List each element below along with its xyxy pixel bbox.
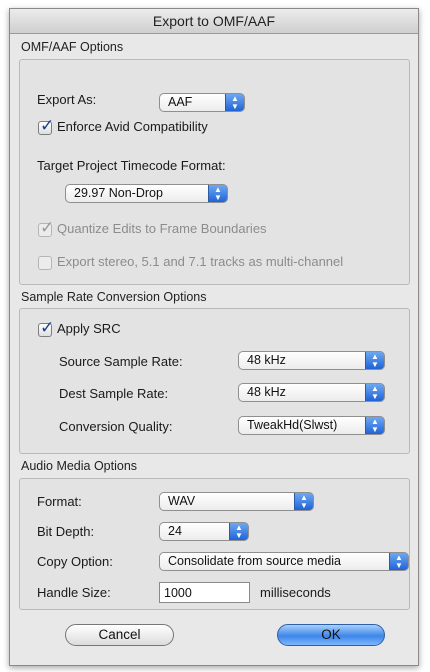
src-options-group: ✓ Apply SRC Source Sample Rate: 48 kHz ▲…	[19, 308, 410, 454]
popup-arrows-icon: ▲ ▼	[294, 493, 313, 510]
bitdepth-label: Bit Depth:	[37, 524, 95, 539]
export-dialog: Export to OMF/AAF OMF/AAF Options Export…	[9, 8, 419, 666]
timecode-label: Target Project Timecode Format:	[37, 158, 226, 173]
timecode-value: 29.97 Non-Drop	[74, 186, 163, 200]
quality-popup[interactable]: TweakHd(Slwst) ▲ ▼	[238, 416, 385, 435]
copy-option-value: Consolidate from source media	[168, 554, 341, 568]
checkmark-icon: ✓	[40, 318, 55, 337]
apply-src-label: Apply SRC	[57, 321, 121, 336]
handle-size-unit: milliseconds	[260, 585, 331, 600]
dialog-title: Export to OMF/AAF	[10, 9, 418, 34]
format-popup[interactable]: WAV ▲ ▼	[159, 492, 314, 511]
source-rate-popup[interactable]: 48 kHz ▲ ▼	[238, 351, 385, 370]
handle-size-input[interactable]	[159, 582, 250, 603]
quantize-label: Quantize Edits to Frame Boundaries	[57, 221, 267, 236]
popup-arrows-icon: ▲ ▼	[389, 553, 408, 570]
format-label: Format:	[37, 494, 82, 509]
dest-rate-popup[interactable]: 48 kHz ▲ ▼	[238, 383, 385, 402]
multichannel-checkbox[interactable]	[38, 256, 52, 270]
export-as-label: Export As:	[37, 92, 97, 107]
audio-options-group: Format: WAV ▲ ▼ Bit Depth: 24 ▲ ▼ Copy Opt…	[19, 478, 410, 610]
multichannel-label: Export stereo, 5.1 and 7.1 tracks as mul…	[57, 254, 344, 269]
export-as-popup[interactable]: AAF ▲ ▼	[159, 93, 245, 112]
bitdepth-value: 24	[168, 524, 182, 538]
popup-arrows-icon: ▲ ▼	[229, 523, 248, 540]
omf-options-group: Export As: AAF ▲ ▼ ✓ Enforce Avid Compati…	[19, 59, 410, 285]
audio-section-title: Audio Media Options	[21, 459, 138, 473]
cancel-button[interactable]: Cancel	[65, 624, 174, 646]
popup-arrows-icon: ▲ ▼	[225, 94, 244, 111]
apply-src-checkbox[interactable]: ✓	[38, 318, 54, 337]
source-rate-label: Source Sample Rate:	[59, 354, 183, 369]
quality-label: Conversion Quality:	[59, 419, 173, 434]
source-rate-value: 48 kHz	[247, 353, 286, 367]
omf-section-title: OMF/AAF Options	[21, 40, 124, 54]
dest-rate-label: Dest Sample Rate:	[59, 386, 169, 401]
timecode-popup[interactable]: 29.97 Non-Drop ▲ ▼	[65, 184, 228, 203]
dest-rate-value: 48 kHz	[247, 385, 286, 399]
quantize-checkbox[interactable]: ✓	[38, 218, 54, 237]
popup-arrows-icon: ▲ ▼	[365, 352, 384, 369]
copy-option-popup[interactable]: Consolidate from source media ▲ ▼	[159, 552, 409, 571]
bitdepth-popup[interactable]: 24 ▲ ▼	[159, 522, 249, 541]
enforce-avid-label: Enforce Avid Compatibility	[57, 119, 208, 134]
enforce-avid-checkbox[interactable]: ✓	[38, 116, 54, 135]
format-value: WAV	[168, 494, 196, 508]
ok-button[interactable]: OK	[277, 624, 385, 646]
popup-arrows-icon: ▲ ▼	[208, 185, 227, 202]
popup-arrows-icon: ▲ ▼	[365, 384, 384, 401]
handle-size-label: Handle Size:	[37, 585, 111, 600]
popup-arrows-icon: ▲ ▼	[365, 417, 384, 434]
src-section-title: Sample Rate Conversion Options	[21, 290, 207, 304]
export-as-value: AAF	[168, 95, 193, 109]
checkmark-icon: ✓	[40, 116, 55, 135]
checkmark-icon: ✓	[40, 218, 55, 237]
quality-value: TweakHd(Slwst)	[247, 418, 338, 432]
copy-option-label: Copy Option:	[37, 554, 113, 569]
